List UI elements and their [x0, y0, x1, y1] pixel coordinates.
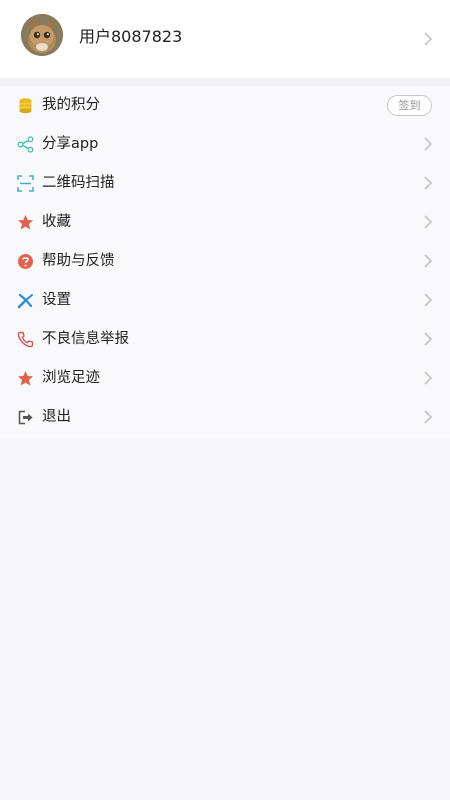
- menu-item-label: 我的积分: [42, 97, 100, 113]
- settings-icon: [17, 292, 34, 309]
- menu-item-history[interactable]: 浏览足迹: [0, 359, 450, 398]
- username: 用户8087823: [79, 27, 183, 46]
- chevron-right-icon: [423, 215, 433, 229]
- section-divider: [0, 78, 450, 86]
- chevron-right-icon: [423, 371, 433, 385]
- menu-item-qr-scan[interactable]: 二维码扫描: [0, 164, 450, 203]
- menu-item-settings[interactable]: 设置: [0, 281, 450, 320]
- chevron-right-icon: [423, 410, 433, 424]
- star-icon: [17, 370, 34, 387]
- menu-item-label: 分享app: [42, 136, 99, 152]
- menu-item-label: 不良信息举报: [42, 331, 129, 347]
- chevron-right-icon: [423, 293, 433, 307]
- menu-item-favorites[interactable]: 收藏: [0, 203, 450, 242]
- star-icon: [17, 214, 34, 231]
- menu-item-points[interactable]: 我的积分 签到: [0, 86, 450, 125]
- menu-list: 我的积分 签到 分享app 二维码扫描 收藏 帮助与反馈 设置 不良信息举报 浏…: [0, 86, 450, 438]
- chevron-right-icon: [423, 137, 433, 151]
- menu-item-label: 收藏: [42, 214, 71, 230]
- profile-header[interactable]: 用户8087823: [0, 0, 450, 78]
- chevron-right-icon: [423, 254, 433, 268]
- chevron-right-icon: [423, 32, 433, 46]
- chevron-right-icon: [423, 176, 433, 190]
- menu-item-label: 帮助与反馈: [42, 253, 115, 269]
- menu-item-label: 浏览足迹: [42, 370, 100, 386]
- sign-in-button[interactable]: 签到: [387, 95, 432, 116]
- menu-item-label: 设置: [42, 292, 71, 308]
- menu-item-help-feedback[interactable]: 帮助与反馈: [0, 242, 450, 281]
- menu-item-share[interactable]: 分享app: [0, 125, 450, 164]
- menu-item-report[interactable]: 不良信息举报: [0, 320, 450, 359]
- qr-scan-icon: [17, 175, 34, 192]
- coins-icon: [17, 97, 34, 114]
- chevron-right-icon: [423, 332, 433, 346]
- phone-icon: [17, 331, 34, 348]
- menu-item-label: 退出: [42, 409, 71, 425]
- menu-item-logout[interactable]: 退出: [0, 398, 450, 437]
- help-icon: [17, 253, 34, 270]
- share-icon: [17, 136, 34, 153]
- menu-item-label: 二维码扫描: [42, 175, 115, 191]
- logout-icon: [17, 409, 34, 426]
- cat-avatar-icon: [21, 14, 63, 56]
